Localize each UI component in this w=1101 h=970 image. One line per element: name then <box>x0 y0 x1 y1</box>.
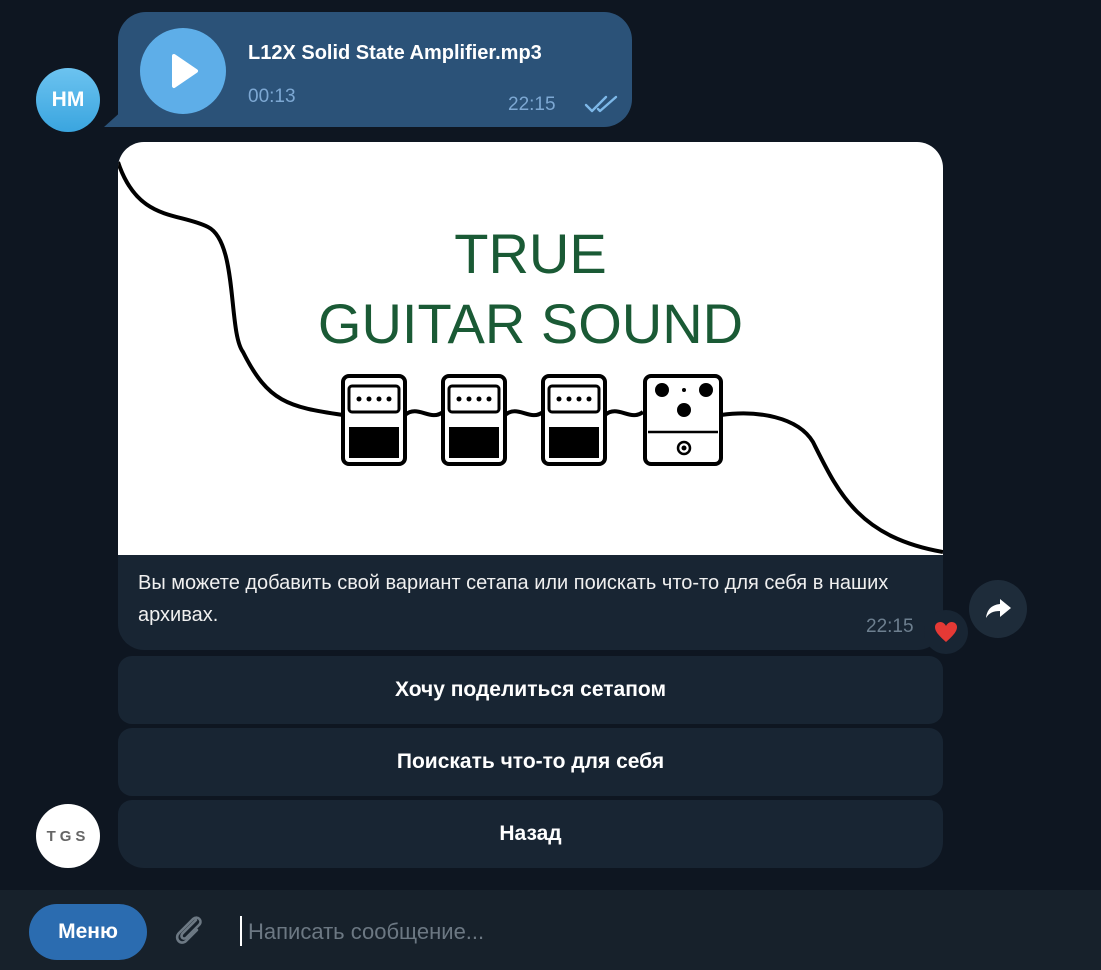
play-button[interactable] <box>140 28 226 114</box>
banner-image: TRUE GUITAR SOUND <box>118 142 943 555</box>
forward-button[interactable] <box>969 580 1027 638</box>
avatar[interactable]: HM <box>36 68 100 132</box>
audio-message[interactable]: L12X Solid State Amplifier.mp3 00:13 22:… <box>118 12 632 127</box>
audio-file-name: L12X Solid State Amplifier.mp3 <box>248 42 542 64</box>
bot-message: TRUE GUITAR SOUND Вы можете добавить сво… <box>118 142 943 650</box>
bot-avatar[interactable]: TGS <box>36 804 100 868</box>
pedal-3 <box>541 374 607 466</box>
message-time: 22:15 <box>866 616 914 637</box>
menu-button[interactable]: Меню <box>29 904 147 960</box>
forward-arrow-icon <box>986 599 1011 618</box>
audio-duration: 00:13 <box>248 86 296 107</box>
reaction-badge[interactable] <box>924 610 968 654</box>
paperclip-icon[interactable] <box>170 910 210 950</box>
share-setup-label: Хочу поделиться сетапом <box>394 678 666 701</box>
play-icon <box>172 54 198 88</box>
back-label: Назад <box>499 822 562 845</box>
message-input[interactable] <box>246 910 1050 954</box>
search-button[interactable]: Поискать что-то для себя <box>118 728 943 796</box>
back-button[interactable]: Назад <box>118 800 943 868</box>
heart-icon <box>935 622 957 642</box>
pedal-2 <box>441 374 507 466</box>
double-check-icon <box>584 95 618 113</box>
chat-area: HM L12X Solid State Amplifier.mp3 00:13 … <box>0 0 1101 890</box>
share-setup-button[interactable]: Хочу поделиться сетапом <box>118 656 943 724</box>
pedal-4 <box>643 374 723 466</box>
pedal-1 <box>341 374 407 466</box>
bot-avatar-text: TGS <box>46 827 90 845</box>
menu-label: Меню <box>58 920 118 943</box>
avatar-initials: HM <box>51 88 85 111</box>
message-text: Вы можете добавить свой вариант сетапа и… <box>138 572 889 626</box>
banner-title-line1: TRUE <box>454 222 607 285</box>
message-composer: Меню <box>0 890 1101 970</box>
search-label: Поискать что-то для себя <box>396 750 665 773</box>
message-time: 22:15 <box>508 94 556 115</box>
banner-title-line2: GUITAR SOUND <box>317 292 744 355</box>
text-cursor <box>240 916 242 946</box>
